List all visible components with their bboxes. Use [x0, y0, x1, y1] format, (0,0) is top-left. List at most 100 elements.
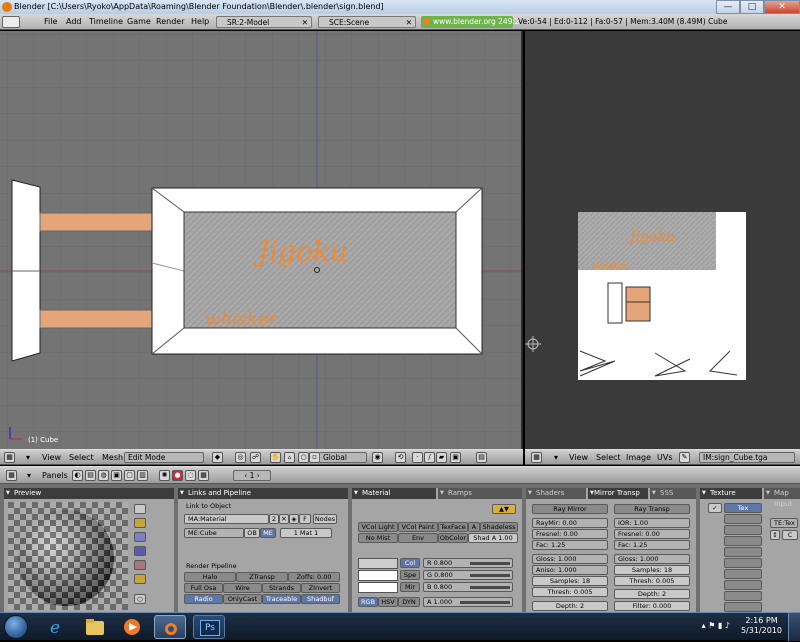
- hand-icon[interactable]: ✋: [270, 452, 281, 463]
- arrow-left-icon[interactable]: ‹: [244, 471, 247, 480]
- minimize-button[interactable]: —: [716, 0, 740, 14]
- menu-game[interactable]: Game: [127, 14, 151, 30]
- screen-selector[interactable]: SR:2-Model ✕: [216, 16, 312, 28]
- editor-type-icon[interactable]: ▦: [4, 452, 15, 463]
- texface-toggle[interactable]: TexFace: [438, 522, 468, 532]
- wire-toggle[interactable]: Wire: [223, 583, 262, 593]
- blue-slider[interactable]: B 0.800: [423, 582, 513, 592]
- menu-help[interactable]: Help: [191, 14, 209, 30]
- material-index-counter[interactable]: 1 Mat 1: [280, 528, 332, 538]
- f-button[interactable]: F: [299, 514, 311, 524]
- texture-tab[interactable]: Texture: [700, 488, 762, 499]
- ior-slider[interactable]: IOR: 1.00: [614, 518, 690, 528]
- radio-toggle[interactable]: Radio: [184, 594, 223, 604]
- vertex-select-icon[interactable]: ·: [412, 452, 423, 463]
- texture-slot-6[interactable]: [724, 558, 762, 568]
- pin-icon[interactable]: ✎: [679, 452, 690, 463]
- close-icon[interactable]: ✕: [302, 17, 308, 28]
- texture-slot-1[interactable]: Tex: [724, 503, 762, 513]
- preview-flat-button[interactable]: [134, 504, 146, 514]
- texture-enable-checkbox[interactable]: ✓: [708, 503, 722, 513]
- me-button[interactable]: ME: [260, 528, 276, 538]
- edge-select-icon[interactable]: /: [424, 452, 435, 463]
- samples-transp-field[interactable]: Samples: 18: [614, 565, 690, 575]
- render-icon[interactable]: ▤: [476, 452, 487, 463]
- translate-icon[interactable]: ▵: [284, 452, 295, 463]
- logic-icon[interactable]: ◐: [72, 470, 83, 481]
- only-cast-toggle[interactable]: OnlyCast: [223, 594, 262, 604]
- c-button[interactable]: C: [782, 530, 798, 540]
- editor-type-icon[interactable]: ▦: [531, 452, 542, 463]
- texture-name-field[interactable]: TE:Tex: [770, 518, 798, 528]
- rgb-button[interactable]: RGB: [358, 597, 378, 607]
- texture-slot-5[interactable]: [724, 547, 762, 557]
- ray-transp-toggle[interactable]: Ray Transp: [614, 504, 690, 514]
- shadbuf-toggle[interactable]: Shadbuf: [301, 594, 340, 604]
- menu-add[interactable]: Add: [66, 14, 82, 30]
- shadeless-toggle[interactable]: Shadeless: [480, 522, 518, 532]
- fake-user-icon[interactable]: ◈: [289, 514, 299, 524]
- object-icon[interactable]: ▣: [111, 470, 122, 481]
- texture-icon[interactable]: ▦: [198, 470, 209, 481]
- shading-icon[interactable]: ◍: [98, 470, 109, 481]
- media-player-icon[interactable]: [116, 615, 148, 639]
- nodes-button[interactable]: Nodes: [313, 514, 337, 524]
- full-osa-toggle[interactable]: Full Osa: [184, 583, 223, 593]
- zinvert-toggle[interactable]: ZInvert: [301, 583, 340, 593]
- obcolor-toggle[interactable]: ObColor: [438, 533, 468, 543]
- scene-icon[interactable]: ▥: [137, 470, 148, 481]
- menu-view[interactable]: View: [569, 450, 588, 464]
- thresh-transp-field[interactable]: Thresh: 0.005: [614, 576, 690, 586]
- texture-slot-7[interactable]: [724, 569, 762, 579]
- menu-select[interactable]: Select: [596, 450, 621, 464]
- frame-field[interactable]: ‹ 1 ›: [233, 470, 271, 481]
- manipulator-icon[interactable]: ☍: [250, 452, 261, 463]
- preview-monkey-button[interactable]: [134, 546, 146, 556]
- sss-tab[interactable]: SSS: [650, 488, 696, 499]
- ray-mirror-toggle[interactable]: Ray Mirror: [532, 504, 608, 514]
- close-button[interactable]: ✕: [764, 0, 800, 14]
- dyn-button[interactable]: DYN: [398, 597, 420, 607]
- thresh-mirror-field[interactable]: Thresh: 0.005: [532, 587, 608, 597]
- texture-browse-icon[interactable]: ↕: [770, 530, 780, 540]
- menu-render[interactable]: Render: [156, 14, 184, 30]
- orientation-selector[interactable]: Global: [319, 452, 367, 463]
- 2d-cursor-icon[interactable]: [525, 336, 541, 352]
- links-pipeline-tab[interactable]: Links and Pipeline: [178, 488, 348, 499]
- window-type-button[interactable]: [2, 16, 20, 28]
- menu-file[interactable]: File: [44, 14, 57, 30]
- copy-paste-icon[interactable]: ▲▼: [492, 504, 516, 514]
- pivot-icon[interactable]: ◎: [235, 452, 246, 463]
- blender-taskbar-icon[interactable]: [154, 615, 186, 639]
- collapse-icon[interactable]: ▾: [27, 468, 31, 483]
- layer-icon[interactable]: ◉: [372, 452, 383, 463]
- fac-mirror-slider[interactable]: Fac: 1.25: [532, 540, 608, 550]
- tray-icons[interactable]: ▴ ⚑ ▮ ♪: [702, 621, 730, 630]
- photoshop-taskbar-icon[interactable]: Ps: [193, 615, 225, 639]
- fresnel-mirror-slider[interactable]: Fresnel: 0.00: [532, 529, 608, 539]
- preview-hair-button[interactable]: [134, 560, 146, 570]
- spe-button[interactable]: Spe: [400, 570, 420, 580]
- raymir-slider[interactable]: RayMir: 0.00: [532, 518, 608, 528]
- filter-field[interactable]: Filter: 0.000: [614, 601, 690, 611]
- start-button[interactable]: [4, 615, 28, 639]
- scene-selector[interactable]: SCE:Scene ✕: [318, 16, 416, 28]
- ob-button[interactable]: OB: [244, 528, 260, 538]
- preview-refresh-button[interactable]: ○: [134, 594, 146, 604]
- blender-website-link[interactable]: www.blender.org 249.2: [421, 16, 520, 28]
- mesh-field[interactable]: ME:Cube: [184, 528, 244, 538]
- uv-image-editor[interactable]: Jigoku whisker: [525, 31, 800, 449]
- depth-mirror-field[interactable]: Depth: 2: [532, 601, 608, 611]
- gloss-transp-slider[interactable]: Gloss: 1.000: [614, 554, 690, 564]
- close-icon[interactable]: ✕: [406, 17, 412, 28]
- samples-mirror-field[interactable]: Samples: 18: [532, 576, 608, 586]
- script-icon[interactable]: ▤: [85, 470, 96, 481]
- editing-icon[interactable]: ▢: [124, 470, 135, 481]
- arrow-right-icon[interactable]: ›: [257, 471, 260, 480]
- halo-toggle[interactable]: Halo: [184, 572, 236, 582]
- material-selector[interactable]: MA:Material: [184, 514, 269, 524]
- fresnel-transp-slider[interactable]: Fresnel: 0.00: [614, 529, 690, 539]
- panels-label[interactable]: Panels: [42, 468, 68, 483]
- material-icon[interactable]: ●: [172, 470, 183, 481]
- zoffs-field[interactable]: Zoffs: 0.00: [288, 572, 340, 582]
